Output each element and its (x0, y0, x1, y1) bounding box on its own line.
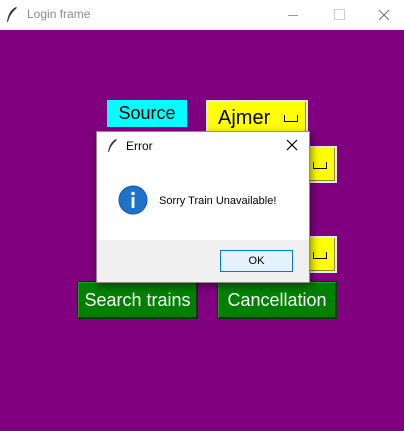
minimize-button[interactable] (270, 0, 316, 30)
cancellation-button[interactable]: Cancellation (217, 281, 337, 319)
window-title: Login frame (27, 7, 91, 21)
close-icon (378, 9, 390, 21)
option-menu-indicator-icon (313, 162, 327, 169)
source-label: Source (107, 100, 187, 127)
source-option-menu[interactable]: Ajmer (206, 100, 308, 135)
maximize-button[interactable] (316, 0, 362, 30)
option-menu-indicator-icon (313, 252, 327, 259)
feather-icon (108, 139, 117, 153)
window-titlebar: Login frame (0, 0, 404, 30)
dialog-close-icon[interactable] (285, 138, 299, 152)
error-dialog: Error Sorry Train Unavailable! OK (96, 131, 310, 283)
close-button[interactable] (360, 0, 404, 30)
dialog-footer: OK (97, 240, 309, 282)
option-menu-indicator-icon (284, 115, 298, 122)
ok-button[interactable]: OK (220, 250, 293, 272)
source-option-value: Ajmer (218, 107, 271, 129)
feather-icon (7, 7, 18, 23)
search-trains-button[interactable]: Search trains (77, 281, 198, 319)
dialog-message: Sorry Train Unavailable! (159, 195, 277, 207)
dialog-title: Error (126, 139, 153, 153)
info-icon (118, 185, 148, 215)
